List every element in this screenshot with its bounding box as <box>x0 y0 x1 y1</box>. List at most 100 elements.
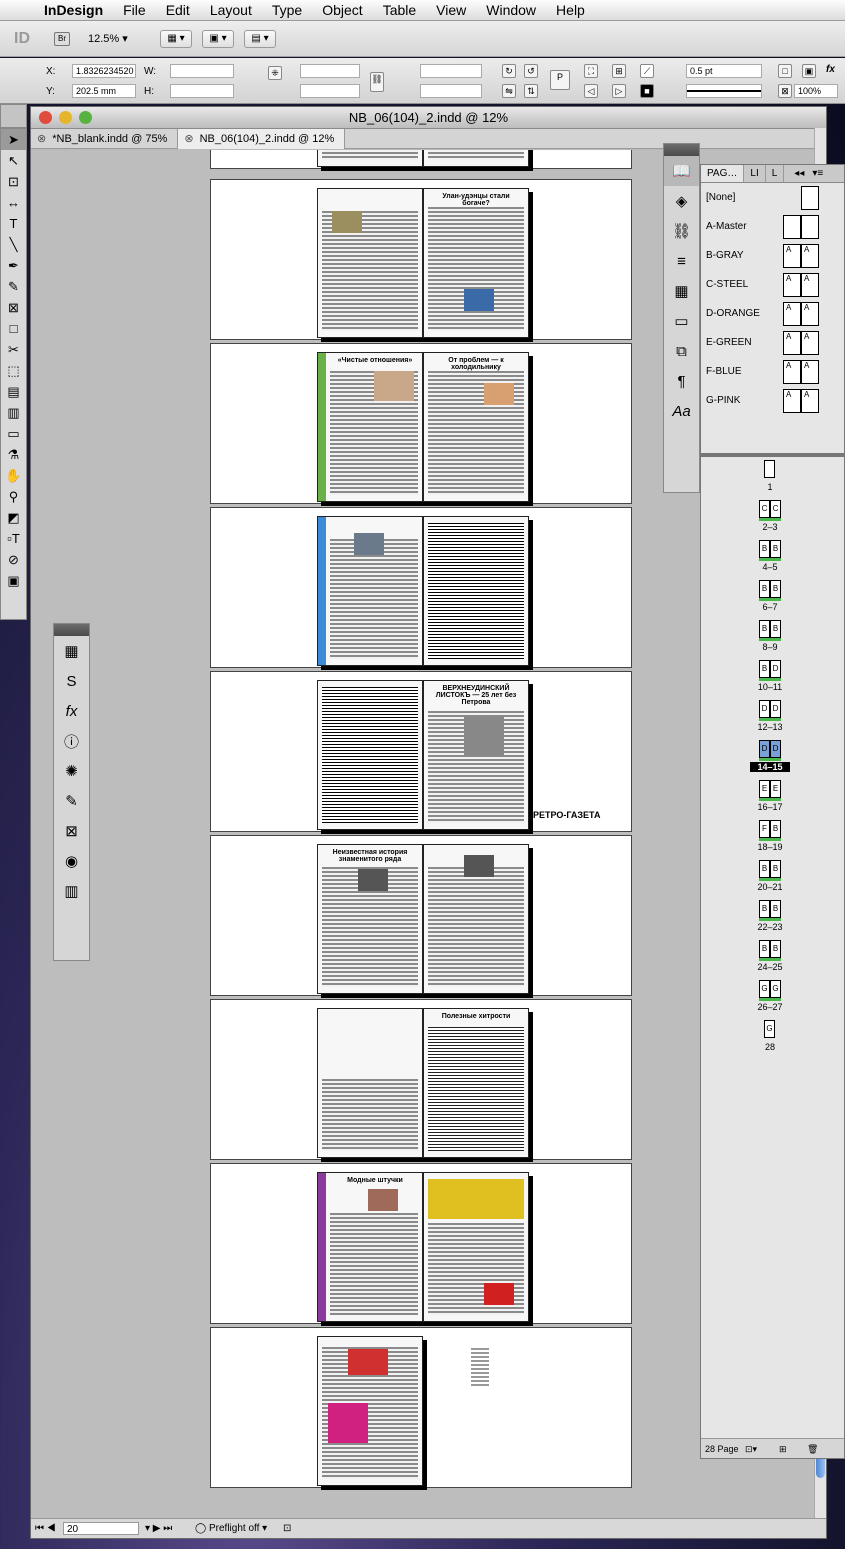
fill-stroke-icon[interactable]: ◩ <box>1 507 26 528</box>
page-icon[interactable]: C <box>759 500 770 518</box>
page-left[interactable] <box>317 188 423 338</box>
page-icon[interactable]: B <box>759 540 770 558</box>
info-panel-icon[interactable]: ⓘ <box>54 726 89 756</box>
page-thumbnail[interactable]: E E 16–17 <box>701 780 845 820</box>
page-thumbnail[interactable]: G G 26–27 <box>701 980 845 1020</box>
gradient-tool-icon[interactable]: ▤ <box>1 381 26 402</box>
spread[interactable]: Полезные хитрости <box>210 999 632 1160</box>
x-field[interactable]: 1.8326234520 <box>72 64 136 78</box>
master-c[interactable]: C-STEEL A A <box>701 270 844 299</box>
free-transform-tool-icon[interactable]: ⬚ <box>1 360 26 381</box>
note-tool-icon[interactable]: ▭ <box>1 423 26 444</box>
menu-layout[interactable]: Layout <box>210 2 252 18</box>
shear-field[interactable] <box>420 84 482 98</box>
page-thumbnail[interactable]: B B 6–7 <box>701 580 845 620</box>
page-right[interactable] <box>423 1172 529 1322</box>
spread[interactable]: ВЕРХНЕУДИНСКИЙ ЛИСТОКЪ — 25 лет без Петр… <box>210 671 632 832</box>
page-thumbnail[interactable]: B B 20–21 <box>701 860 845 900</box>
page-icon[interactable] <box>764 460 775 478</box>
line-tool-icon[interactable]: ╲ <box>1 234 26 255</box>
reference-point-icon[interactable]: ⁜ <box>268 66 282 80</box>
paragraph-panel-icon[interactable]: ¶ <box>664 366 699 396</box>
screen-mode-button[interactable]: ▣ ▾ <box>202 29 234 48</box>
page-right[interactable]: От проблем — к холодильнику <box>423 352 529 502</box>
page-thumbnail[interactable]: C C 2–3 <box>701 500 845 540</box>
library-panel-icon[interactable]: ▥ <box>54 876 89 906</box>
color-panel-icon[interactable]: ◉ <box>54 846 89 876</box>
panel-menu-icon[interactable]: ▾≡ <box>812 165 823 182</box>
panel-divider[interactable] <box>701 453 844 457</box>
text-frame-icon[interactable]: P <box>550 70 570 90</box>
drop-shadow-icon[interactable]: □ <box>778 64 792 78</box>
zoom-level[interactable]: 12.5% ▾ <box>88 32 150 45</box>
edit-page-size-icon[interactable]: ⊡▾ <box>745 1439 757 1459</box>
page-thumbnail[interactable]: F B 18–19 <box>701 820 845 860</box>
menu-help[interactable]: Help <box>556 2 585 18</box>
zoom-tool-icon[interactable]: ⚲ <box>1 486 26 507</box>
rotate-ccw-icon[interactable]: ↺ <box>524 64 538 78</box>
fill-swatch-icon[interactable]: ⟋ <box>640 64 654 78</box>
view-options-button[interactable]: ▦ ▾ <box>160 29 192 48</box>
page-icon[interactable]: B <box>770 820 781 838</box>
type-tool-icon[interactable]: T <box>1 213 26 234</box>
page-icon[interactable]: D <box>770 740 781 758</box>
page-icon[interactable]: G <box>759 980 770 998</box>
selection-tool-icon[interactable]: ➤ <box>1 129 26 150</box>
eyedropper-tool-icon[interactable]: ⚗ <box>1 444 26 465</box>
new-page-icon[interactable]: ⊞ <box>779 1439 787 1459</box>
paragraph-styles-icon[interactable]: ⧉ <box>664 336 699 366</box>
page-icon[interactable]: D <box>770 700 781 718</box>
page-icon[interactable]: B <box>759 620 770 638</box>
menu-view[interactable]: View <box>436 2 466 18</box>
page-icon[interactable]: B <box>759 860 770 878</box>
scale-x-field[interactable] <box>300 64 360 78</box>
page-right[interactable] <box>423 150 529 167</box>
page-icon[interactable]: C <box>770 500 781 518</box>
page-icon[interactable]: E <box>770 780 781 798</box>
tab-layers[interactable]: LI <box>744 165 766 182</box>
page-icon[interactable]: D <box>770 660 781 678</box>
page-left[interactable] <box>317 1336 423 1486</box>
page-icon[interactable]: B <box>770 580 781 598</box>
rectangle-tool-icon[interactable]: □ <box>1 318 26 339</box>
select-content-icon[interactable]: ⊞ <box>612 64 626 78</box>
page-thumbnail[interactable]: D D 14–15 <box>701 740 845 780</box>
master-b[interactable]: B-GRAY A A <box>701 241 844 270</box>
page-thumbnail[interactable]: B B 24–25 <box>701 940 845 980</box>
minimize-window-icon[interactable] <box>59 111 72 124</box>
page-icon[interactable]: B <box>759 900 770 918</box>
gap-tool-icon[interactable]: ↔ <box>1 192 26 213</box>
page-icon[interactable]: D <box>759 700 770 718</box>
page-icon[interactable]: D <box>759 740 770 758</box>
stroke-panel-icon[interactable]: ≡ <box>664 246 699 276</box>
page-icon[interactable]: B <box>759 580 770 598</box>
page-thumbnail[interactable]: G 28 <box>701 1020 845 1060</box>
menu-edit[interactable]: Edit <box>166 2 190 18</box>
page-icon[interactable]: E <box>759 780 770 798</box>
page-left[interactable] <box>317 516 423 666</box>
w-field[interactable] <box>170 64 234 78</box>
apply-none-icon[interactable]: ⊘ <box>1 549 26 570</box>
page-tool-icon[interactable]: ⊡ <box>1 171 26 192</box>
stroke-swatch-icon[interactable]: ■ <box>640 84 654 98</box>
panel-grip[interactable] <box>54 624 89 636</box>
page-thumbnail[interactable]: B B 4–5 <box>701 540 845 580</box>
character-panel-icon[interactable]: Aa <box>664 396 699 426</box>
tab-links[interactable]: L <box>766 165 785 182</box>
close-tab-icon[interactable]: ⊗ <box>184 133 193 145</box>
next-page-icon[interactable]: ▾ ▶ ⏭ <box>145 1519 172 1539</box>
app-menu[interactable]: InDesign <box>44 2 103 18</box>
page-icon[interactable]: B <box>770 940 781 958</box>
delete-page-icon[interactable]: 🗑 <box>807 1439 818 1459</box>
flip-horizontal-icon[interactable]: ⇋ <box>502 84 516 98</box>
page-icon[interactable]: B <box>770 620 781 638</box>
master-g[interactable]: G-PINK A A <box>701 386 844 415</box>
hyperlinks-panel-icon[interactable]: ⊠ <box>54 816 89 846</box>
y-field[interactable]: 202.5 mm <box>72 84 136 98</box>
menu-type[interactable]: Type <box>272 2 302 18</box>
menu-window[interactable]: Window <box>486 2 536 18</box>
master-a[interactable]: A-Master <box>701 212 844 241</box>
pencil-tool-icon[interactable]: ✎ <box>1 276 26 297</box>
spread[interactable] <box>210 507 632 668</box>
scale-y-field[interactable] <box>300 84 360 98</box>
